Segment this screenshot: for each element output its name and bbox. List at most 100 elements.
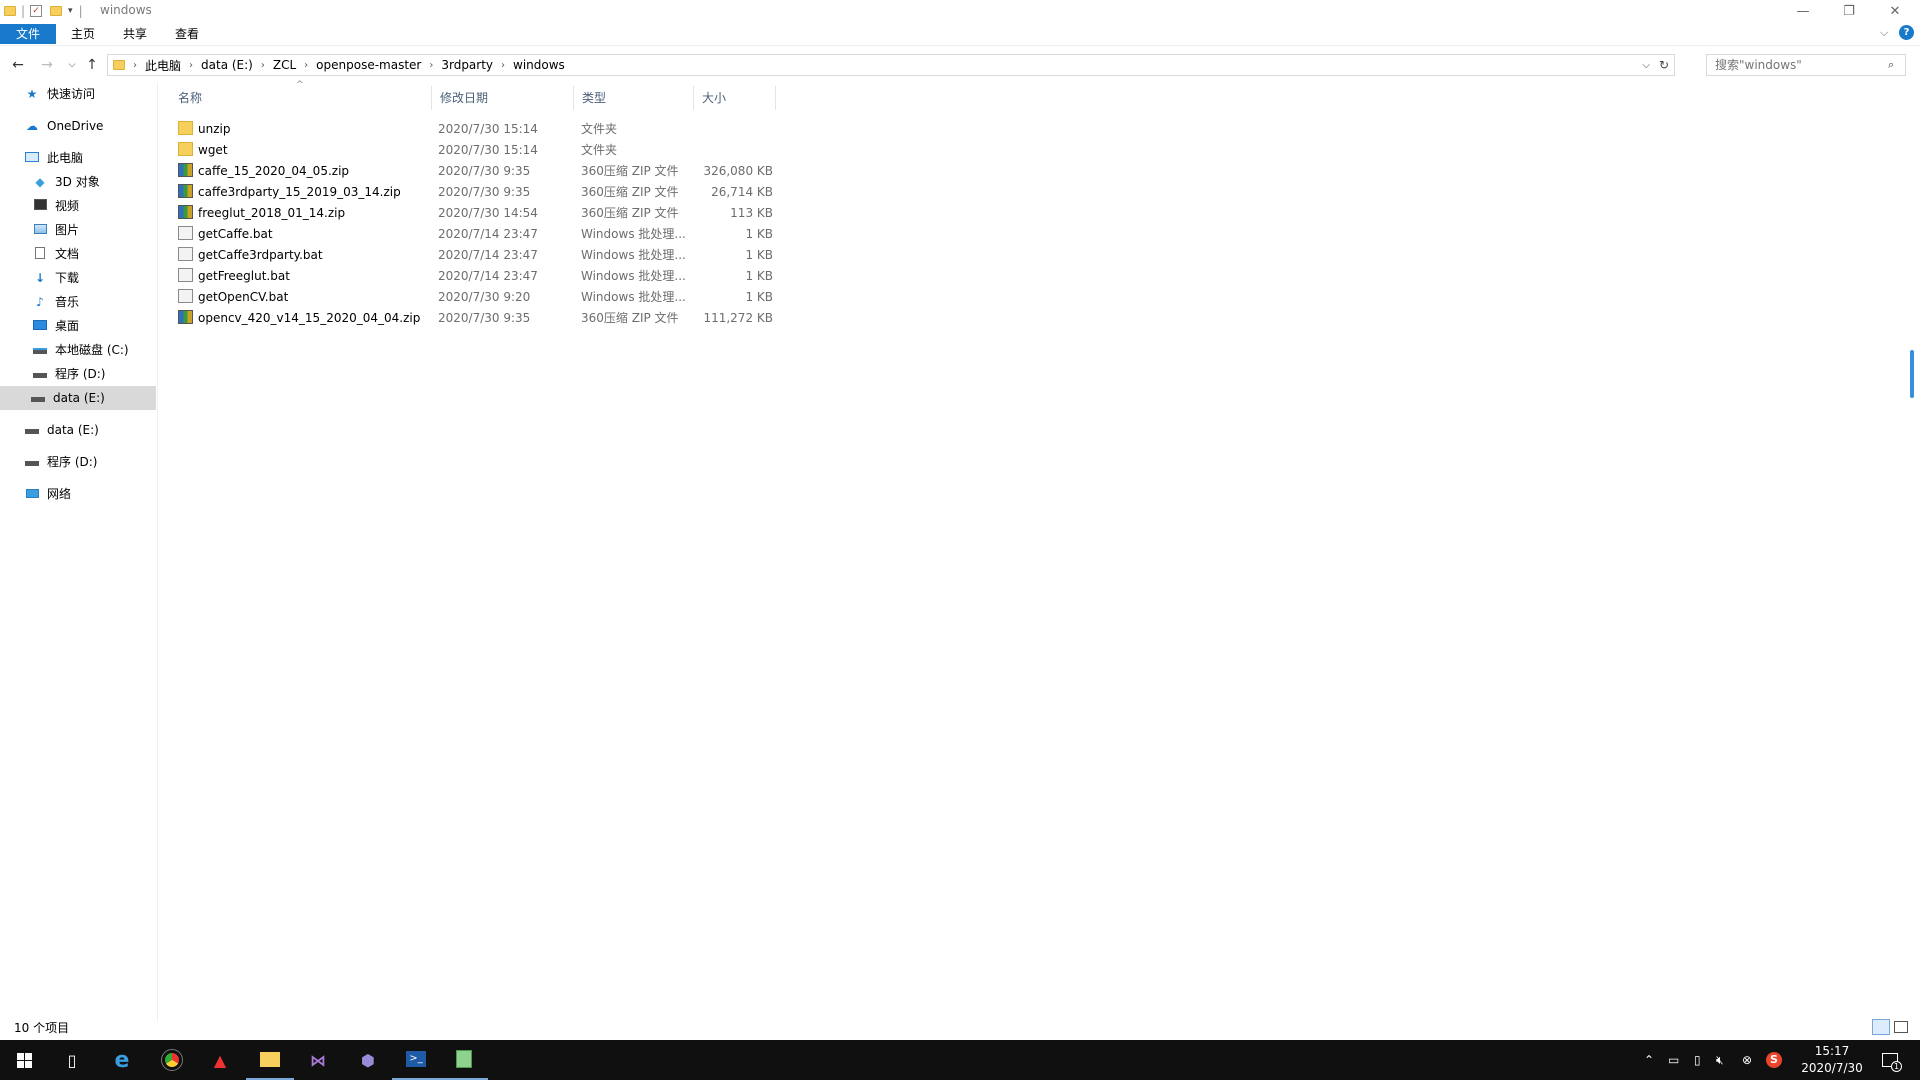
notepad-icon[interactable]: [440, 1040, 488, 1080]
sidebar-item-this-pc[interactable]: 此电脑: [24, 146, 83, 170]
column-header-date[interactable]: 修改日期: [432, 86, 574, 110]
file-type: 360压缩 ZIP 文件: [581, 206, 679, 220]
scroll-indicator[interactable]: [1910, 350, 1914, 398]
breadcrumb-openpose-master[interactable]: openpose-master: [310, 58, 427, 72]
file-explorer-icon[interactable]: [246, 1040, 294, 1080]
column-header-type[interactable]: 类型: [574, 86, 694, 110]
sidebar-item-downloads[interactable]: ↓ 下载: [32, 266, 79, 290]
file-row[interactable]: caffe3rdparty_15_2019_03_14.zip 2020/7/3…: [176, 181, 776, 202]
volume-muted-icon[interactable]: 🔇︎: [1716, 1040, 1724, 1080]
tab-view[interactable]: 查看: [166, 24, 208, 44]
recent-locations-chevron-icon[interactable]: ⌵: [62, 55, 82, 75]
breadcrumb-separator-icon[interactable]: ›: [302, 60, 310, 71]
file-row[interactable]: getFreeglut.bat 2020/7/14 23:47 Windows …: [176, 265, 776, 286]
sogou-ime-icon[interactable]: S: [1766, 1040, 1782, 1080]
tab-home[interactable]: 主页: [62, 24, 104, 44]
file-row[interactable]: caffe_15_2020_04_05.zip 2020/7/30 9:35 3…: [176, 160, 776, 181]
task-view-icon[interactable]: ▯: [48, 1040, 96, 1080]
file-row[interactable]: opencv_420_v14_15_2020_04_04.zip 2020/7/…: [176, 307, 776, 328]
breadcrumb-separator-icon[interactable]: ›: [259, 60, 267, 71]
file-type: 360压缩 ZIP 文件: [581, 164, 679, 178]
app-triangle-icon[interactable]: ▲: [196, 1040, 244, 1080]
properties-icon[interactable]: ✓: [30, 5, 43, 17]
details-view-icon[interactable]: [1872, 1019, 1890, 1035]
breadcrumb-zcl[interactable]: ZCL: [267, 58, 302, 72]
visual-studio-icon[interactable]: ⋈: [294, 1040, 342, 1080]
breadcrumb-windows[interactable]: windows: [507, 58, 571, 72]
close-button[interactable]: ✕: [1872, 0, 1918, 22]
sidebar-item-drive-c[interactable]: 本地磁盘 (C:): [32, 338, 129, 362]
refresh-icon[interactable]: ↻: [1659, 58, 1669, 72]
address-dropdown-icon[interactable]: ⌵: [1642, 60, 1650, 71]
sidebar-item-documents[interactable]: 文档: [32, 242, 79, 266]
sidebar-item-desktop[interactable]: 桌面: [32, 314, 79, 338]
file-row[interactable]: getCaffe.bat 2020/7/14 23:47 Windows 批处理…: [176, 223, 776, 244]
file-size: 1 KB: [745, 268, 773, 283]
sidebar-item-pictures[interactable]: 图片: [32, 218, 79, 242]
search-input[interactable]: [1706, 54, 1906, 76]
clock[interactable]: 15:17 2020/7/30: [1790, 1043, 1874, 1077]
breadcrumb-separator-icon[interactable]: ›: [427, 60, 435, 71]
address-bar[interactable]: › 此电脑 › data (E:) › ZCL › openpose-maste…: [107, 54, 1675, 76]
column-header-name[interactable]: 名称: [170, 86, 432, 110]
sidebar-item-drive-e[interactable]: data (E:): [24, 418, 99, 442]
breadcrumb-data-e[interactable]: data (E:): [195, 58, 259, 72]
file-size: 111,272 KB: [703, 310, 773, 325]
file-name: caffe3rdparty_15_2019_03_14.zip: [198, 184, 401, 199]
breadcrumb-separator-icon[interactable]: ›: [499, 60, 507, 71]
sidebar-item-3d-objects[interactable]: ◆ 3D 对象: [32, 170, 99, 194]
breadcrumb-this-pc[interactable]: 此电脑: [139, 57, 187, 74]
file-type: Windows 批处理...: [581, 227, 686, 241]
action-center-icon[interactable]: 1: [1882, 1040, 1902, 1080]
powershell-icon[interactable]: >_: [392, 1040, 440, 1080]
forward-arrow-icon[interactable]: →: [37, 55, 57, 75]
up-arrow-icon[interactable]: ↑: [82, 55, 102, 75]
sidebar-item-label: data (E:): [47, 423, 99, 437]
tray-chevron-up-icon[interactable]: ⌃: [1644, 1040, 1654, 1080]
file-size: 26,714 KB: [711, 184, 773, 199]
large-icons-view-icon[interactable]: [1894, 1021, 1908, 1033]
sidebar-item-network[interactable]: 网络: [24, 482, 71, 506]
edge-icon[interactable]: e: [98, 1040, 146, 1080]
sidebar-item-drive-d-root[interactable]: 程序 (D:): [24, 450, 97, 474]
star-icon: ★: [26, 87, 38, 101]
tab-file[interactable]: 文件: [0, 24, 56, 44]
chevron-down-icon[interactable]: ▾: [68, 6, 73, 16]
minimize-button[interactable]: —: [1780, 0, 1826, 22]
sidebar-item-quick-access[interactable]: ★ 快速访问: [24, 82, 95, 106]
file-date: 2020/7/14 23:47: [438, 226, 538, 241]
breadcrumb-3rdparty[interactable]: 3rdparty: [435, 58, 499, 72]
sidebar-item-onedrive[interactable]: ☁ OneDrive: [24, 114, 103, 138]
folder-icon: [4, 6, 16, 16]
column-header-size[interactable]: 大小: [694, 86, 776, 110]
computer-icon: [24, 151, 40, 165]
sidebar-item-drive-e-selected[interactable]: data (E:): [0, 386, 156, 410]
file-row[interactable]: freeglut_2018_01_14.zip 2020/7/30 14:54 …: [176, 202, 776, 223]
file-row[interactable]: wget 2020/7/30 15:14 文件夹: [176, 139, 776, 160]
file-row[interactable]: unzip 2020/7/30 15:14 文件夹: [176, 118, 776, 139]
restore-button[interactable]: ❐: [1826, 0, 1872, 22]
app-tray-icon[interactable]: ⊗: [1742, 1040, 1752, 1080]
file-row[interactable]: getOpenCV.bat 2020/7/30 9:20 Windows 批处理…: [176, 286, 776, 307]
new-folder-icon[interactable]: [50, 6, 63, 16]
chrome-icon[interactable]: [148, 1040, 196, 1080]
network-icon: [24, 487, 40, 501]
breadcrumb-separator-icon[interactable]: ›: [187, 60, 195, 71]
tab-share[interactable]: 共享: [114, 24, 156, 44]
file-type: 360压缩 ZIP 文件: [581, 311, 679, 325]
app-cube-icon[interactable]: ⬢: [344, 1040, 392, 1080]
file-row[interactable]: getCaffe3rdparty.bat 2020/7/14 23:47 Win…: [176, 244, 776, 265]
sidebar-item-drive-d[interactable]: 程序 (D:): [32, 362, 105, 386]
network-tray-icon[interactable]: ▭: [1668, 1040, 1679, 1080]
ribbon-expand-icon[interactable]: ⌵: [1880, 26, 1888, 40]
start-icon[interactable]: [0, 1040, 48, 1080]
search-icon[interactable]: ⌕: [1888, 58, 1894, 72]
help-icon[interactable]: ?: [1899, 25, 1914, 40]
sidebar-item-music[interactable]: ♪ 音乐: [32, 290, 79, 314]
usb-tray-icon[interactable]: ▯: [1694, 1040, 1701, 1080]
back-arrow-icon[interactable]: ←: [8, 55, 28, 75]
sidebar-item-videos[interactable]: 视频: [32, 194, 79, 218]
zip-archive-icon: [178, 205, 193, 219]
breadcrumb-separator-icon[interactable]: ›: [131, 60, 139, 71]
file-size: 1 KB: [745, 289, 773, 304]
